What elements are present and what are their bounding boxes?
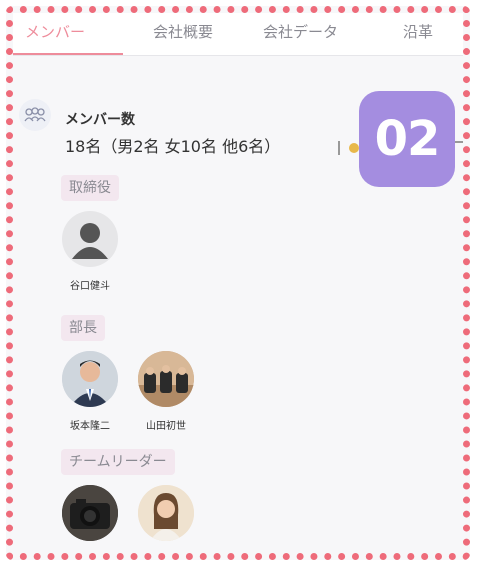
member-card[interactable]: 谷口健斗: [55, 211, 125, 292]
photo-camera: [62, 485, 118, 541]
screenshot-frame: メンバー 会社概要 会社データ 沿革 メンバー数 18名（男2名 女10名 他6…: [6, 6, 470, 560]
tab-history[interactable]: 沿革: [403, 21, 433, 42]
member-card[interactable]: 村田美樹: [55, 485, 125, 553]
member-count-title: メンバー数: [65, 112, 135, 128]
tab-members[interactable]: メンバー: [25, 21, 85, 42]
member-name: 山田初世: [146, 421, 186, 432]
member-name: 山田由美: [131, 551, 201, 553]
photo-group: [138, 351, 194, 407]
member-name: 坂本隆二: [70, 421, 110, 432]
tab-company-data[interactable]: 会社データ: [263, 21, 338, 42]
status-dot: [349, 143, 359, 153]
role-label-team-leader: チームリーダー: [61, 449, 175, 475]
photo-woman: [138, 485, 194, 541]
role-label-director: 取締役: [61, 175, 119, 201]
avatar: [62, 351, 118, 407]
member-name: 谷口健斗: [70, 281, 110, 292]
avatar: [138, 351, 194, 407]
people-icon: [19, 99, 51, 131]
active-tab-indicator: [13, 53, 123, 55]
divider: [338, 141, 340, 155]
divider: [455, 141, 463, 143]
avatar: [138, 485, 194, 541]
tab-bar: メンバー 会社概要 会社データ 沿革: [13, 13, 463, 56]
member-card[interactable]: 山田初世: [131, 351, 201, 432]
avatar: [62, 211, 118, 267]
member-card[interactable]: 坂本隆二: [55, 351, 125, 432]
photo-man-suit: [62, 351, 118, 407]
tab-company-overview[interactable]: 会社概要: [153, 21, 213, 42]
member-count-value: 18名（男2名 女10名 他6名）: [65, 137, 281, 156]
role-label-manager: 部長: [61, 315, 105, 341]
default-person-icon: [72, 223, 108, 259]
avatar: [62, 485, 118, 541]
member-name: 村田美樹: [55, 551, 125, 553]
step-badge: 02: [359, 91, 455, 187]
member-card[interactable]: 山田由美: [131, 485, 201, 553]
